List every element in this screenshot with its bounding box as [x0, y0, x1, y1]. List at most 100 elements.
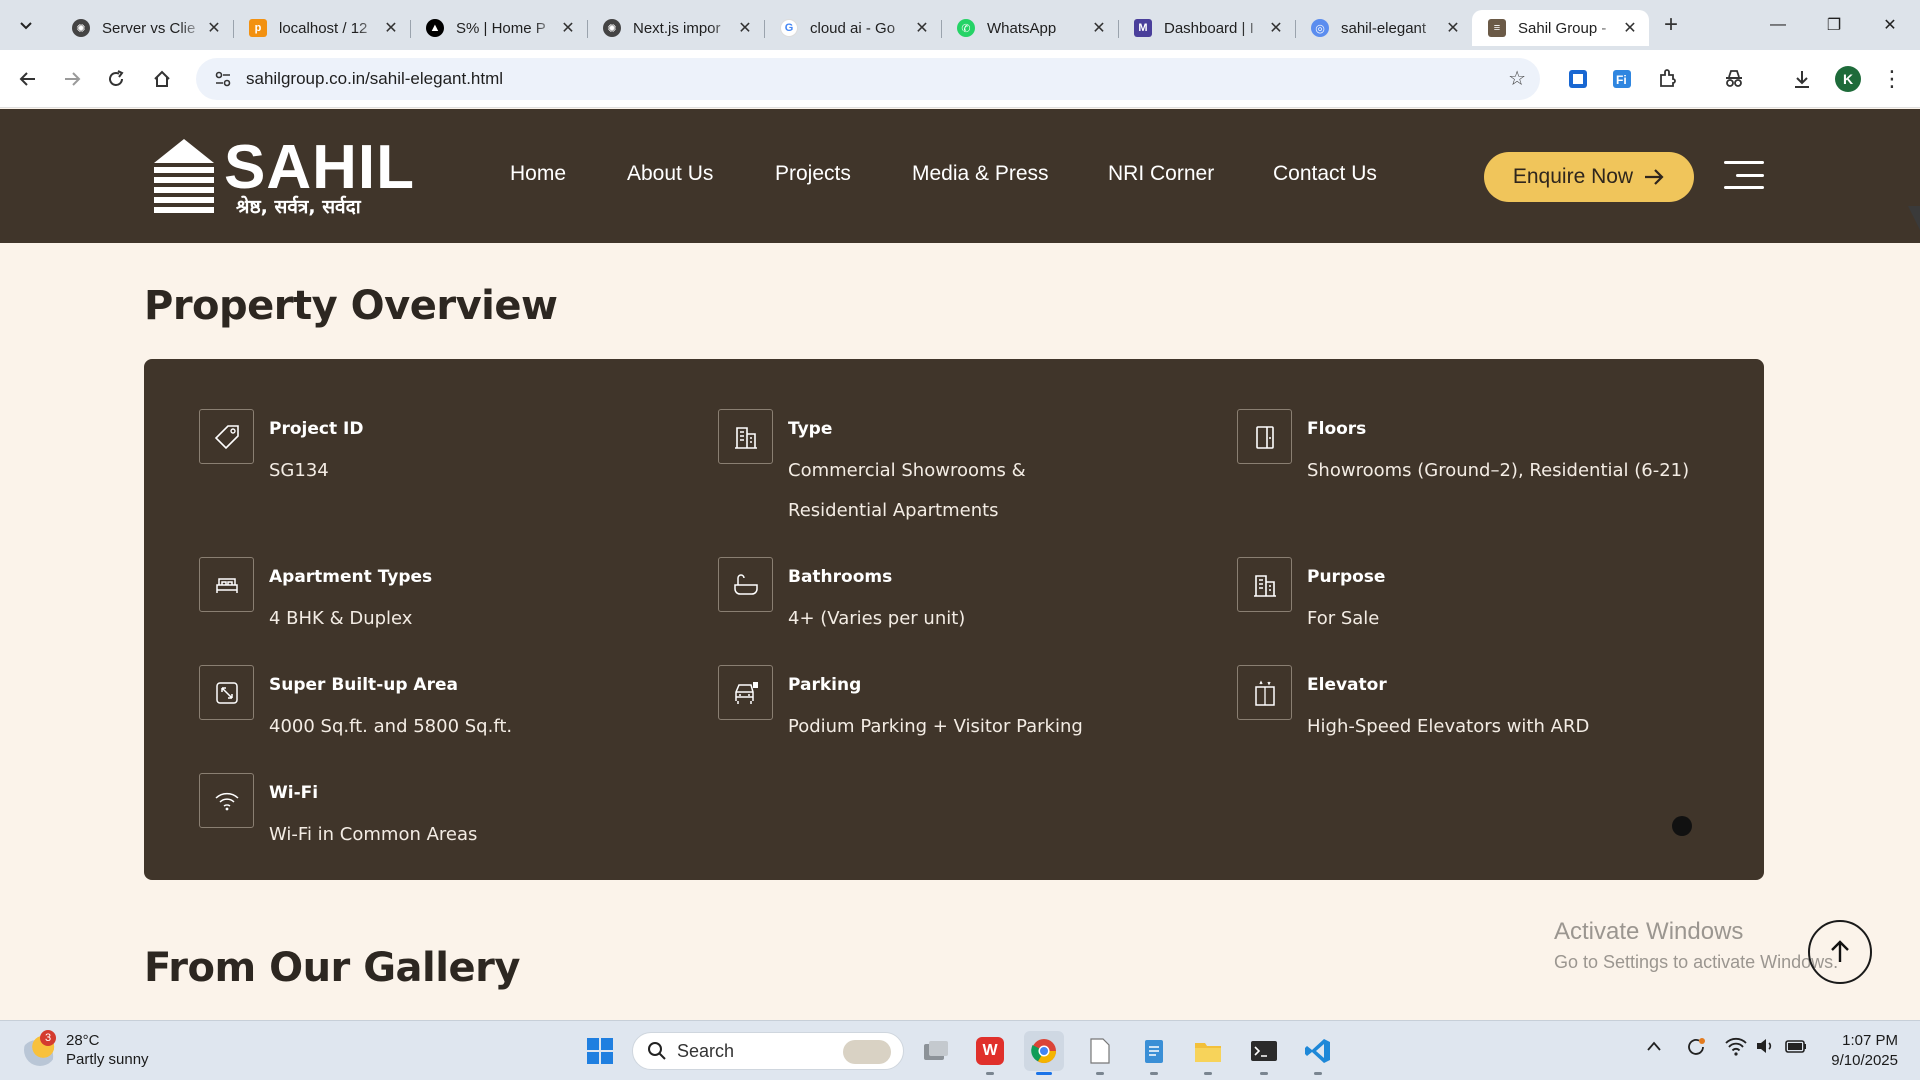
download-icon[interactable] [1780, 57, 1824, 101]
scroll-to-top-button[interactable] [1808, 920, 1872, 984]
screenshot-extension-icon[interactable] [1556, 57, 1600, 101]
extensions-puzzle-icon[interactable] [1646, 57, 1690, 101]
font-extension-icon[interactable]: Fi [1600, 57, 1644, 101]
close-window-button[interactable]: ✕ [1862, 0, 1918, 50]
nav-media-press[interactable]: Media & Press [912, 162, 1049, 186]
browser-toolbar: sahilgroup.co.in/sahil-elegant.html ☆ Fi… [0, 50, 1920, 108]
task-view-icon[interactable] [916, 1031, 956, 1071]
new-tab-button[interactable]: + [1653, 7, 1689, 43]
reload-button[interactable] [94, 57, 138, 101]
back-button[interactable] [6, 57, 50, 101]
feature-parking: Parking Podium Parking + Visitor Parking [718, 665, 1083, 747]
incognito-icon[interactable] [1712, 57, 1756, 101]
search-placeholder: Search [677, 1040, 735, 1061]
wifi-icon [199, 773, 254, 828]
file-icon[interactable] [1080, 1031, 1120, 1075]
feature-label: Type [788, 419, 833, 439]
nav-projects[interactable]: Projects [775, 162, 851, 186]
address-bar[interactable]: sahilgroup.co.in/sahil-elegant.html ☆ [196, 57, 1540, 100]
feature-value: 4 BHK & Duplex [269, 608, 413, 629]
vercel-icon: ▲ [426, 19, 444, 37]
close-icon[interactable]: ✕ [382, 18, 400, 38]
forward-button[interactable] [50, 57, 94, 101]
nav-about-us[interactable]: About Us [627, 162, 713, 186]
wifi-icon[interactable] [1724, 1035, 1748, 1062]
browser-tab[interactable]: ▲ S% | Home P ✕ [410, 10, 587, 46]
bookmark-star-icon[interactable]: ☆ [1508, 66, 1526, 91]
url-text[interactable]: sahilgroup.co.in/sahil-elegant.html [246, 69, 503, 89]
svg-text:Fi: Fi [1616, 73, 1627, 87]
taskbar-search[interactable]: Search [632, 1032, 904, 1070]
close-icon[interactable]: ✕ [736, 18, 754, 38]
close-icon[interactable]: ✕ [1621, 18, 1639, 38]
enquire-label: Enquire Now [1512, 165, 1634, 188]
feature-value: Showrooms (Ground–2), Residential (6-21) [1307, 460, 1690, 481]
sahil-logo[interactable]: SAHIL श्रेष्ठ, सर्वत्र, सर्वदा [152, 137, 414, 219]
close-icon[interactable]: ✕ [1267, 18, 1285, 38]
browser-tab[interactable]: ◎ sahil-elegant ✕ [1295, 10, 1472, 46]
notepad-icon[interactable] [1134, 1031, 1174, 1075]
browser-tab[interactable]: ✆ WhatsApp ✕ [941, 10, 1118, 46]
hamburger-menu-icon[interactable] [1724, 161, 1764, 189]
nav-home[interactable]: Home [510, 162, 566, 186]
vscode-icon[interactable] [1298, 1031, 1338, 1075]
sync-icon[interactable] [1684, 1035, 1708, 1064]
close-icon[interactable]: ✕ [205, 18, 223, 38]
weather-widget[interactable]: 3 28°C Partly sunny [24, 1030, 149, 1069]
tab-title: cloud ai - Go [810, 19, 896, 37]
feature-elevator: Elevator High-Speed Elevators with ARD [1237, 665, 1589, 747]
system-clock[interactable]: 1:07 PM 9/10/2025 [1820, 1031, 1898, 1071]
show-hidden-icons-icon[interactable] [1646, 1039, 1662, 1057]
tab-title: Server vs Clie [102, 19, 196, 37]
car-icon [718, 665, 773, 720]
browser-tab[interactable]: ✺ Server vs Clie ✕ [56, 10, 233, 46]
restore-button[interactable]: ❐ [1806, 0, 1862, 50]
home-button[interactable] [140, 57, 184, 101]
feature-super-built-up-area: Super Built-up Area 4000 Sq.ft. and 5800… [199, 665, 512, 747]
minimize-button[interactable]: — [1750, 0, 1806, 50]
scrollbar-indicator[interactable] [1908, 206, 1920, 230]
feature-purpose: Purpose For Sale [1237, 557, 1385, 639]
browser-tab[interactable]: M Dashboard | I ✕ [1118, 10, 1295, 46]
feature-label: Bathrooms [788, 567, 893, 587]
chatgpt-icon: ✺ [72, 19, 90, 37]
nav-nri-corner[interactable]: NRI Corner [1108, 162, 1214, 186]
windows-taskbar: 3 28°C Partly sunny Search W 1:07 PM 9/1… [0, 1020, 1920, 1080]
feature-value: For Sale [1307, 608, 1380, 629]
feature-apartment-types: Apartment Types 4 BHK & Duplex [199, 557, 432, 639]
start-button[interactable] [580, 1031, 620, 1071]
terminal-icon[interactable] [1244, 1031, 1284, 1075]
browser-menu-icon[interactable]: ⋮ [1870, 57, 1914, 101]
browser-tab-active[interactable]: ≡ Sahil Group - ✕ [1472, 10, 1649, 46]
chatgpt-icon: ✺ [603, 19, 621, 37]
close-icon[interactable]: ✕ [913, 18, 931, 38]
tab-title: Next.js impor [633, 19, 721, 37]
feature-value: High-Speed Elevators with ARD [1307, 716, 1590, 737]
arrow-left-icon [19, 71, 35, 86]
profile-avatar[interactable]: K [1826, 57, 1870, 101]
partly-sunny-icon: 3 [24, 1030, 56, 1066]
reload-icon [109, 69, 124, 86]
sahil-icon: ≡ [1488, 19, 1506, 37]
enquire-now-button[interactable]: Enquire Now [1484, 152, 1694, 202]
browser-tab[interactable]: ✺ Next.js impor ✕ [587, 10, 764, 46]
browser-tab-strip: ✺ Server vs Clie ✕ p localhost / 12 ✕ ▲ … [0, 0, 1920, 50]
tab-search-button[interactable] [8, 9, 44, 41]
browser-tab[interactable]: p localhost / 12 ✕ [233, 10, 410, 46]
nav-contact-us[interactable]: Contact Us [1273, 162, 1377, 186]
battery-icon[interactable] [1784, 1035, 1808, 1062]
browser-tab[interactable]: G cloud ai - Go ✕ [764, 10, 941, 46]
gallery-title: From Our Gallery [144, 945, 520, 991]
volume-icon[interactable] [1754, 1035, 1776, 1062]
search-icon [648, 1042, 666, 1060]
chrome-icon[interactable] [1024, 1031, 1064, 1075]
close-icon[interactable]: ✕ [1090, 18, 1108, 38]
arrow-right-icon [65, 71, 81, 86]
wps-office-icon[interactable]: W [970, 1031, 1010, 1075]
file-explorer-icon[interactable] [1188, 1031, 1228, 1075]
feature-value: Commercial Showrooms & Residential Apart… [788, 460, 1026, 521]
close-icon[interactable]: ✕ [559, 18, 577, 38]
feature-type: Type Commercial Showrooms & Residential … [718, 409, 1118, 531]
site-info-icon[interactable] [214, 70, 232, 88]
close-icon[interactable]: ✕ [1444, 18, 1462, 38]
